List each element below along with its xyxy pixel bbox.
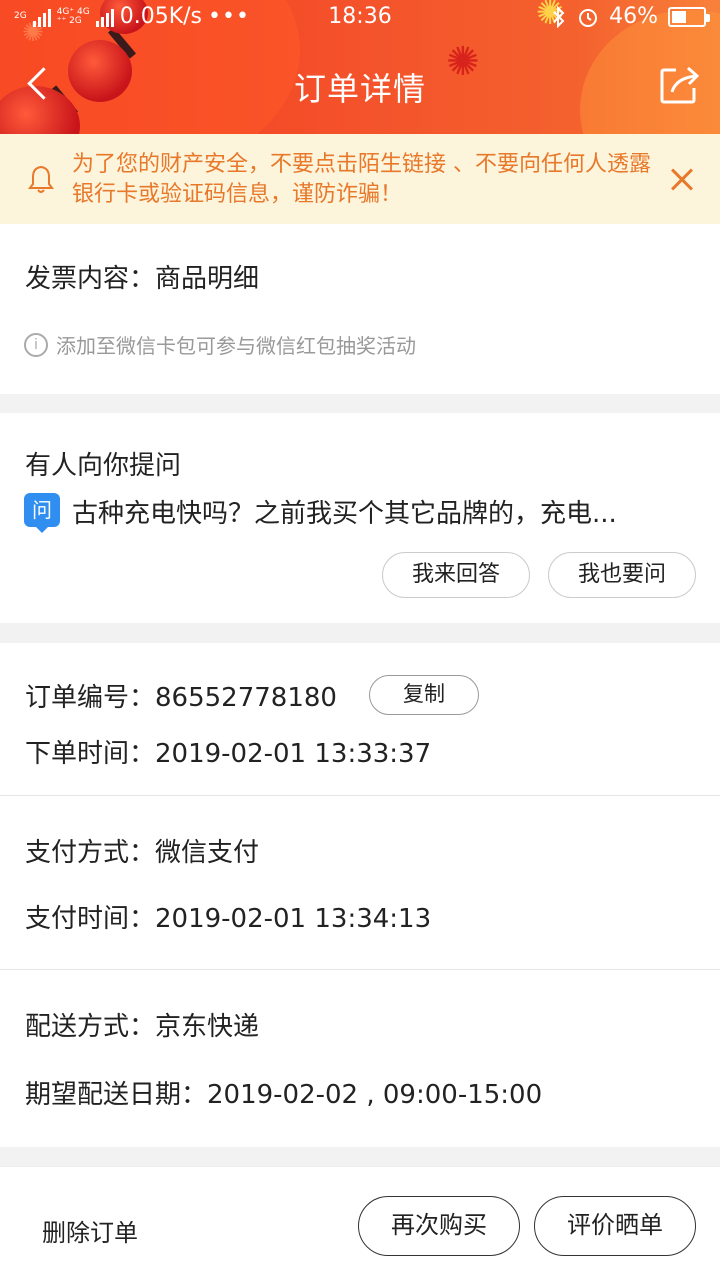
payment-method: 支付方式：微信支付 (25, 838, 260, 868)
battery-level (672, 10, 686, 23)
invoice-hint: i 添加至微信卡包可参与微信红包抽奖活动 (24, 330, 416, 359)
qa-heading: 有人向你提问 (25, 451, 182, 481)
payment-section: 支付方式：微信支付 支付时间：2019-02-01 13:34:13 (0, 796, 720, 969)
battery-icon (668, 6, 710, 27)
order-info-section: 订单编号：86552778180 复制 下单时间：2019-02-01 13:3… (0, 643, 720, 795)
answer-button[interactable]: 我来回答 (382, 552, 530, 598)
ask-too-button[interactable]: 我也要问 (548, 552, 696, 598)
bluetooth-icon (553, 5, 565, 28)
delivery-section: 配送方式：京东快递 期望配送日期：2019-02-02 , 09:00-15:0… (0, 970, 720, 1147)
qa-section: 有人向你提问 问 古种充电快吗？之前我买个其它品牌的，充电... 我来回答 我也… (0, 413, 720, 623)
nav-bar: 订单详情 (0, 36, 720, 134)
security-notice: 为了您的财产安全，不要点击陌生链接 、不要向任何人透露银行卡或验证码信息，谨防诈… (0, 134, 720, 224)
header: ✺ ✺ ✺ 2G 4G⁺ 4G ⁺⁺ 2G 0.05K/s ••• 18:36 (0, 0, 720, 134)
page-title: 订单详情 (293, 70, 426, 108)
order-time: 下单时间：2019-02-01 13:33:37 (25, 739, 432, 769)
question-icon: 问 (24, 493, 60, 533)
close-notice-button[interactable] (666, 164, 698, 196)
order-number: 订单编号：86552778180 (25, 683, 337, 713)
share-button[interactable] (658, 62, 702, 106)
invoice-hint-text: 添加至微信卡包可参与微信红包抽奖活动 (56, 334, 416, 358)
security-notice-text: 为了您的财产安全，不要点击陌生链接 、不要向任何人透露银行卡或验证码信息，谨防诈… (72, 152, 651, 207)
invoice-content: 发票内容：商品明细 (25, 264, 260, 294)
payment-time: 支付时间：2019-02-01 13:34:13 (25, 904, 432, 934)
buy-again-button[interactable]: 再次购买 (358, 1196, 520, 1256)
expected-delivery-date: 期望配送日期：2019-02-02 , 09:00-15:00 (25, 1080, 543, 1110)
bell-icon (28, 165, 54, 193)
copy-button[interactable]: 复制 (369, 675, 479, 715)
delivery-method: 配送方式：京东快递 (25, 1012, 260, 1042)
review-button[interactable]: 评价晒单 (534, 1196, 696, 1256)
question-text[interactable]: 古种充电快吗？之前我买个其它品牌的，充电... (72, 493, 662, 530)
alarm-icon (579, 8, 598, 27)
delete-order-button[interactable]: 删除订单 (42, 1213, 138, 1248)
bottom-action-bar: 删除订单 再次购买 评价晒单 (0, 1166, 720, 1280)
status-bar: 2G 4G⁺ 4G ⁺⁺ 2G 0.05K/s ••• 18:36 46% (0, 0, 720, 36)
battery-percent: 46% (609, 4, 658, 29)
info-icon: i (24, 332, 48, 357)
invoice-section: 发票内容：商品明细 i 添加至微信卡包可参与微信红包抽奖活动 (0, 224, 720, 394)
